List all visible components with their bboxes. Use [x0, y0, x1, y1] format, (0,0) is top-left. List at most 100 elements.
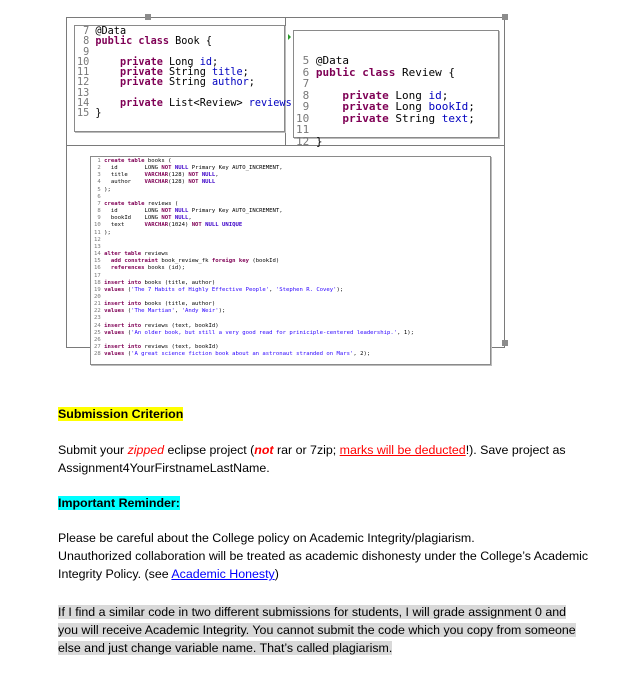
sql-text: reviews (text, bookId) [141, 322, 219, 329]
keyword: private [119, 98, 163, 110]
code-line: 10 private String text; [296, 111, 496, 125]
sql-text: (128) [168, 172, 189, 179]
sql-text: text [104, 222, 145, 229]
sql-null-keyword: NULL [201, 179, 216, 186]
sql-text: Primary Key AUTO_INCREMENT, [188, 165, 283, 172]
sql-text: reviews ( [144, 200, 179, 207]
sql-keyword: NOT [161, 215, 172, 222]
table-cell-review-class: 5 @Data 6 public class Review { 7 8 priv… [286, 18, 504, 148]
code-line: 12 private String author; [77, 78, 282, 88]
sql-keyword: foreign key [211, 258, 249, 265]
book-class-code: 7 @Data 8 public class Book { 9 10 priva… [74, 25, 298, 132]
sql-keyword: create table [104, 158, 145, 164]
line-number: 21 [94, 301, 105, 308]
sql-null-keyword: NULL [174, 165, 189, 172]
code-line: 8 public class Book { [77, 37, 282, 47]
code-line: 11 [296, 124, 496, 136]
academic-honesty-link[interactable]: Academic Honesty [171, 567, 274, 581]
line-number: 4 [94, 179, 105, 186]
deduction-warning: marks will be deducted [339, 443, 466, 457]
change-marker-icon [288, 34, 291, 40]
sql-text: (128) [168, 179, 189, 186]
sql-line: 28 values ('A great science fiction book… [94, 351, 487, 358]
sql-text: , [269, 286, 276, 293]
line-number: 14 [94, 251, 105, 258]
line-number: 5 [94, 186, 105, 193]
line-number: 20 [94, 293, 105, 300]
table-cell-book-class: 7 @Data 8 public class Book { 9 10 priva… [67, 18, 298, 146]
sql-line: 2 id LONG NOT NULL Primary Key AUTO_INCR… [94, 165, 487, 172]
sql-line: 15 add constraint book_review_fk foreign… [94, 258, 487, 265]
code-text: ; [468, 111, 475, 125]
line-number: 3 [94, 172, 105, 179]
line-number: 8 [94, 208, 105, 215]
sql-line: 26 [94, 337, 487, 344]
line-number: 12 [296, 134, 316, 148]
code-text: Review { [395, 65, 455, 79]
plagiarism-warning-paragraph: If I find a similar code in two differen… [58, 605, 576, 655]
sql-null-keyword: NULL [201, 172, 216, 179]
blank [104, 237, 107, 243]
sql-keyword: insert into [104, 322, 142, 329]
submission-heading: Submission Criterion [58, 407, 184, 421]
code-text: } [315, 134, 323, 148]
sql-text: books (title, author) [141, 301, 216, 308]
line-number: 19 [94, 286, 105, 293]
sql-text: id LONG [104, 165, 162, 172]
sql-null-keyword: NULL [174, 208, 189, 215]
field-name: author [211, 77, 249, 89]
sql-line: 7 create table reviews ( [94, 201, 487, 208]
sql-keyword: values [104, 329, 125, 336]
line-number: 23 [94, 315, 105, 322]
sql-line: 17 [94, 273, 487, 280]
keyword: public class [95, 36, 170, 48]
sql-keyword: NOT [188, 172, 199, 179]
submission-paragraph: Submit your zipped eclipse project (not … [58, 443, 566, 475]
sql-text: Primary Key AUTO_INCREMENT, [188, 208, 283, 215]
sql-line: 20 [94, 294, 487, 301]
keyword: private [342, 111, 389, 125]
sql-keyword: values [104, 351, 125, 358]
line-number: 18 [94, 279, 105, 286]
sql-string: 'The Martian' [131, 308, 175, 315]
table-resize-handle-right[interactable] [502, 340, 508, 346]
code-line: 14 private List<Review> reviews; [77, 98, 298, 110]
line-number: 15 [94, 258, 105, 265]
blank [104, 294, 107, 300]
line-number: 16 [94, 265, 105, 272]
code-line: 6 public class Review { [296, 65, 496, 79]
sql-keyword: NOT [161, 208, 172, 215]
sql-line: 14 alter table reviews [94, 251, 487, 258]
field-name: text [441, 111, 469, 125]
sql-keyword: VARCHAR [144, 222, 169, 229]
sql-text: title [104, 172, 145, 179]
sql-text: , 2); [353, 351, 371, 358]
sql-text: bookId LONG [104, 215, 162, 222]
sql-keyword: NOT [188, 179, 199, 186]
blank [104, 315, 107, 321]
line-number: 26 [94, 336, 105, 343]
sql-line: 22 values ('The Martian', 'Andy Weir'); [94, 308, 487, 315]
sql-keyword: NOT [191, 222, 202, 229]
code-line: 15 } [77, 109, 282, 119]
code-text: ; [248, 77, 255, 89]
sql-keyword: insert into [104, 301, 142, 308]
sql-text: books (id); [144, 265, 185, 272]
sql-text: books ( [144, 158, 172, 164]
sql-line: 27 insert into reviews (text, bookId) [94, 344, 487, 351]
line-number: 24 [94, 322, 105, 329]
code-line: 12 } [296, 134, 496, 148]
sql-string: 'Stephen R. Covey' [275, 286, 337, 293]
sql-text: reviews [141, 251, 169, 258]
sql-line: 9 bookId LONG NOT NULL, [94, 215, 487, 222]
sql-string: 'A great science fiction book about an a… [131, 351, 354, 358]
sql-text: reviews (text, bookId) [141, 344, 219, 351]
line-number: 9 [94, 215, 105, 222]
sql-keyword: NOT [161, 165, 172, 172]
line-number: 17 [94, 272, 105, 279]
sql-keyword: insert into [104, 279, 142, 286]
sql-string: 'An older book, but still a very good re… [131, 329, 398, 336]
blank [104, 244, 107, 250]
line-number: 2 [94, 165, 105, 172]
